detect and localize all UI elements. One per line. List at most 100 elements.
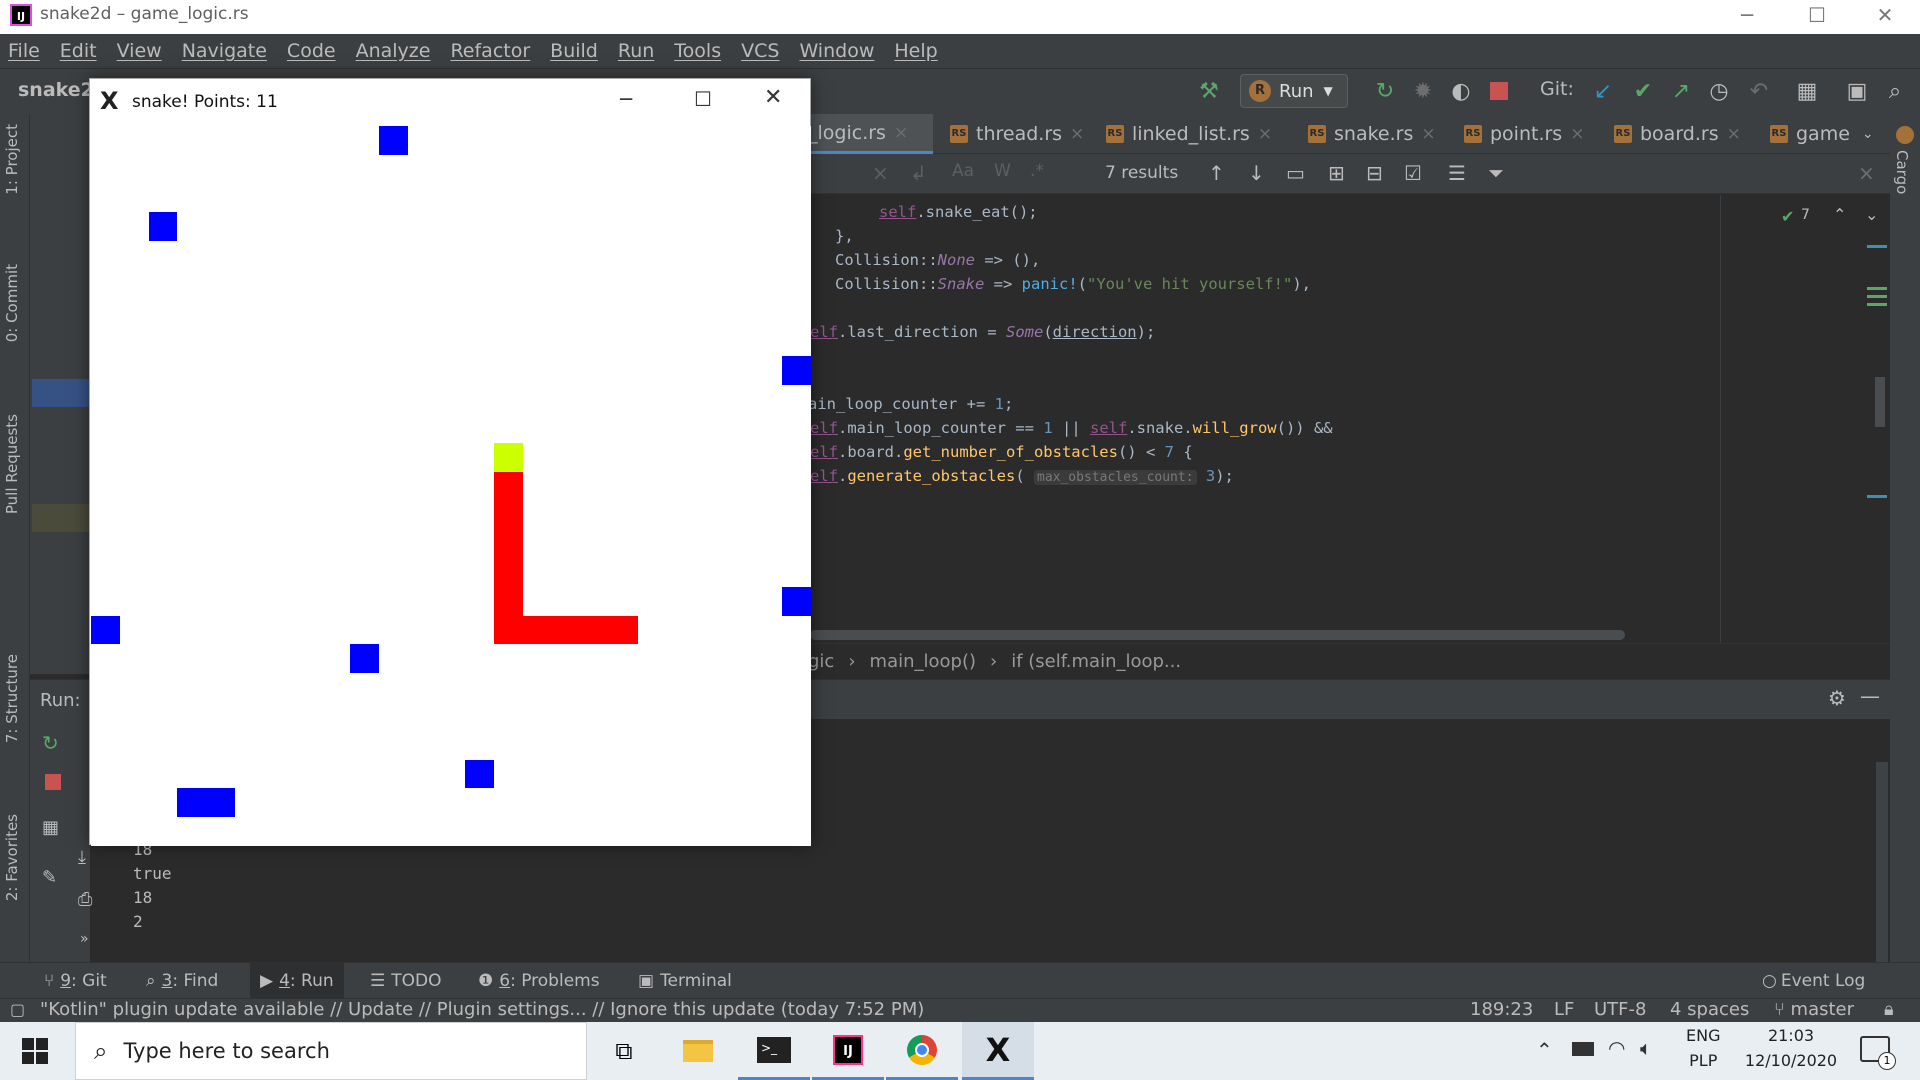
previous-occurrence-icon[interactable]: ↑ — [1208, 161, 1225, 185]
code-editor[interactable]: self.snake_eat(); }, Collision::None => … — [800, 195, 1720, 643]
event-log-button[interactable]: ○ Event Log — [1762, 963, 1865, 999]
tab-game[interactable]: RS game ⌄ — [1770, 114, 1874, 154]
coverage-icon[interactable]: ◐ — [1448, 79, 1474, 105]
tab-thread[interactable]: RS thread.rs × — [950, 114, 1084, 154]
new-line-icon[interactable]: ↲ — [910, 161, 927, 185]
tool-tab-structure[interactable]: 7: Structure — [3, 654, 21, 743]
git-push-icon[interactable]: ↗ — [1668, 79, 1694, 105]
remove-selection-icon[interactable]: ⊟ — [1366, 161, 1383, 185]
breadcrumb-item[interactable]: if (self.main_loop... — [1011, 651, 1181, 672]
console-scrollbar[interactable] — [1876, 762, 1888, 962]
menu-file[interactable]: File — [8, 40, 40, 62]
select-all-occurrences-icon[interactable]: ▭ — [1286, 161, 1305, 185]
x-server-icon[interactable]: X — [962, 1022, 1034, 1080]
tool-tab-terminal[interactable]: ▣ Terminal — [638, 963, 732, 999]
hide-panel-icon[interactable]: — — [1860, 684, 1880, 708]
git-update-icon[interactable]: ↙ — [1590, 79, 1616, 105]
tool-tab-favorites[interactable]: 2: Favorites — [3, 814, 21, 901]
status-message[interactable]: "Kotlin" plugin update available // Upda… — [40, 999, 924, 1020]
menu-code[interactable]: Code — [287, 40, 336, 62]
close-icon[interactable]: × — [894, 123, 908, 143]
status-toggle-icon[interactable]: ▢ — [10, 1000, 25, 1019]
battery-icon[interactable] — [1572, 1042, 1594, 1056]
windows-start-icon[interactable] — [22, 1038, 48, 1064]
breadcrumb-item[interactable]: gic — [808, 651, 834, 672]
stop-icon[interactable] — [45, 774, 61, 790]
rollback-icon[interactable]: ↶ — [1746, 79, 1772, 105]
menu-view[interactable]: View — [117, 40, 162, 62]
tab-snake[interactable]: RS snake.rs × — [1308, 114, 1436, 154]
language-indicator[interactable]: ENG PLP — [1686, 1026, 1720, 1070]
breadcrumb-item[interactable]: main_loop() — [870, 651, 976, 672]
menu-window[interactable]: Window — [799, 40, 874, 62]
terminal-app-icon[interactable]: >_ — [738, 1022, 810, 1080]
menu-help[interactable]: Help — [894, 40, 937, 62]
menu-tools[interactable]: Tools — [674, 40, 721, 62]
tool-tab-project[interactable]: 1: Project — [3, 124, 21, 195]
change-marker[interactable] — [1867, 245, 1887, 248]
close-button[interactable]: ✕ — [1850, 0, 1920, 34]
tool-tab-pull-requests[interactable]: Pull Requests — [3, 414, 21, 514]
layout-icon[interactable]: ▣ — [1844, 79, 1870, 105]
search-everywhere-icon[interactable]: ⌕ — [1882, 79, 1908, 105]
chevron-down-icon[interactable]: ⌄ — [1865, 205, 1878, 224]
pin-icon[interactable]: ✎ — [42, 867, 57, 888]
file-explorer-icon[interactable] — [662, 1022, 734, 1080]
menu-vcs[interactable]: VCS — [741, 40, 779, 62]
file-encoding[interactable]: UTF-8 — [1594, 999, 1646, 1020]
tool-tab-git[interactable]: ⑂ 9: Git — [44, 963, 107, 999]
print-icon[interactable]: ⎙ — [78, 889, 92, 910]
caret-position[interactable]: 189:23 — [1470, 999, 1533, 1020]
menu-refactor[interactable]: Refactor — [450, 40, 530, 62]
rerun-icon[interactable]: ↻ — [42, 731, 59, 755]
chrome-icon[interactable] — [886, 1022, 958, 1080]
tab-point[interactable]: RS point.rs × — [1464, 114, 1584, 154]
tool-tab-commit[interactable]: 0: Commit — [3, 264, 21, 342]
menu-navigate[interactable]: Navigate — [182, 40, 267, 62]
project-structure-icon[interactable]: ▦ — [1794, 79, 1820, 105]
change-marker[interactable] — [1867, 287, 1887, 290]
build-hammer-icon[interactable]: ⚒ — [1196, 79, 1222, 105]
chevron-down-icon[interactable]: ⌄ — [1862, 126, 1874, 142]
rerun-icon[interactable]: ↻ — [1372, 79, 1398, 105]
git-commit-check-icon[interactable]: ✔ — [1630, 79, 1656, 105]
close-icon[interactable]: × — [1258, 124, 1272, 144]
tab-game-logic[interactable]: _logic.rs × — [800, 114, 933, 154]
menu-build[interactable]: Build — [550, 40, 598, 62]
minimize-button[interactable]: ─ — [620, 87, 632, 111]
volume-icon[interactable]: 🔈︎ — [1640, 1036, 1652, 1060]
tool-tab-todo[interactable]: ☰ TODO — [370, 963, 442, 999]
inspection-check-icon[interactable]: ✔ — [1781, 207, 1794, 226]
close-icon[interactable]: × — [1570, 124, 1584, 144]
close-icon[interactable]: × — [1421, 124, 1435, 144]
tool-tab-cargo[interactable]: Cargo — [1893, 150, 1911, 194]
tab-board[interactable]: RS board.rs × — [1614, 114, 1741, 154]
chevron-up-icon[interactable]: ⌃ — [1833, 205, 1846, 224]
menu-analyze[interactable]: Analyze — [356, 40, 431, 62]
maximize-button[interactable]: ☐ — [1782, 0, 1852, 34]
snake-board[interactable] — [91, 126, 811, 846]
project-name[interactable]: snake2 — [18, 79, 94, 101]
snake-game-window[interactable]: X snake! Points: 11 ─ ☐ ✕ — [89, 78, 811, 846]
next-occurrence-icon[interactable]: ↓ — [1248, 161, 1265, 185]
history-clock-icon[interactable]: ◷ — [1706, 79, 1732, 105]
settings-gear-icon[interactable]: ⚙ — [1828, 686, 1846, 710]
close-icon[interactable]: × — [1727, 124, 1741, 144]
add-selection-icon[interactable]: ⊞ — [1328, 161, 1345, 185]
project-tree-row[interactable] — [32, 504, 92, 532]
close-button[interactable]: ✕ — [764, 85, 782, 110]
task-view-icon[interactable]: ⧉ — [588, 1022, 660, 1080]
run-config-selector[interactable]: R Run ▼ — [1240, 74, 1348, 108]
stop-icon[interactable] — [1490, 82, 1508, 100]
chevron-up-icon[interactable]: ⌃ — [1536, 1038, 1553, 1062]
words-toggle[interactable]: W — [994, 161, 1011, 181]
match-case-toggle[interactable]: Aa — [952, 161, 974, 181]
taskbar-search[interactable]: ⌕ Type here to search — [75, 1022, 587, 1080]
line-separator[interactable]: LF — [1554, 999, 1574, 1020]
vertical-scrollbar-thumb[interactable] — [1875, 377, 1885, 427]
select-all-icon[interactable]: ☑ — [1404, 161, 1422, 185]
project-tree-selection[interactable] — [32, 379, 92, 407]
tool-tab-problems[interactable]: ❶6: Problems — [478, 963, 600, 999]
git-branch[interactable]: ⑂ master — [1774, 999, 1854, 1020]
change-marker[interactable] — [1867, 303, 1887, 306]
